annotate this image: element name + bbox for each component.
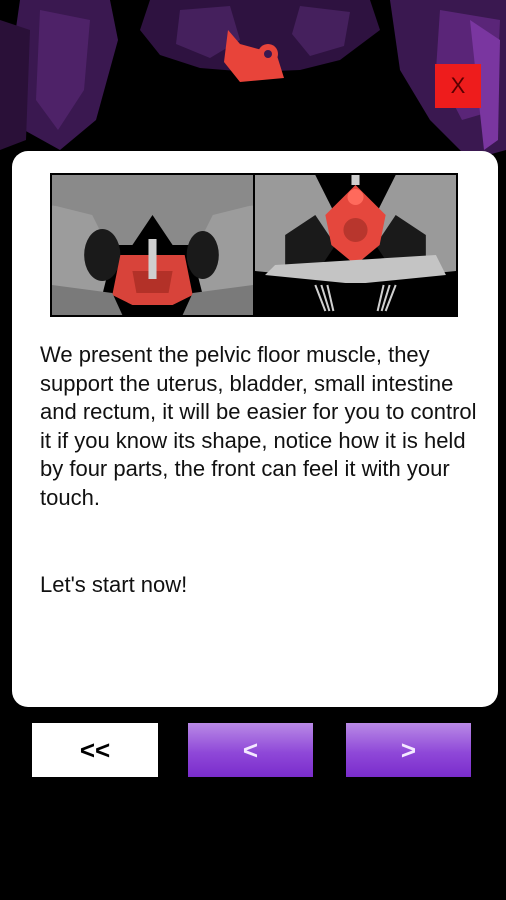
previous-page-button[interactable]: < [188,723,313,777]
next-page-button[interactable]: > [346,723,471,777]
tutorial-screen: X We present the pelvic floor muscle, th… [0,0,506,900]
info-dialog: We present the pelvic floor muscle, they… [12,151,498,707]
dialog-closing-line: Let's start now! [40,572,188,597]
first-page-button[interactable]: << [32,723,158,777]
dialog-description: We present the pelvic floor muscle, they… [40,342,477,510]
close-button[interactable]: X [435,64,481,108]
pelvis-front-view-image [52,175,253,315]
pelvis-bottom-view-image [255,175,456,315]
pelvis-3d-backdrop [0,0,506,170]
pelvic-floor-images [50,173,458,317]
